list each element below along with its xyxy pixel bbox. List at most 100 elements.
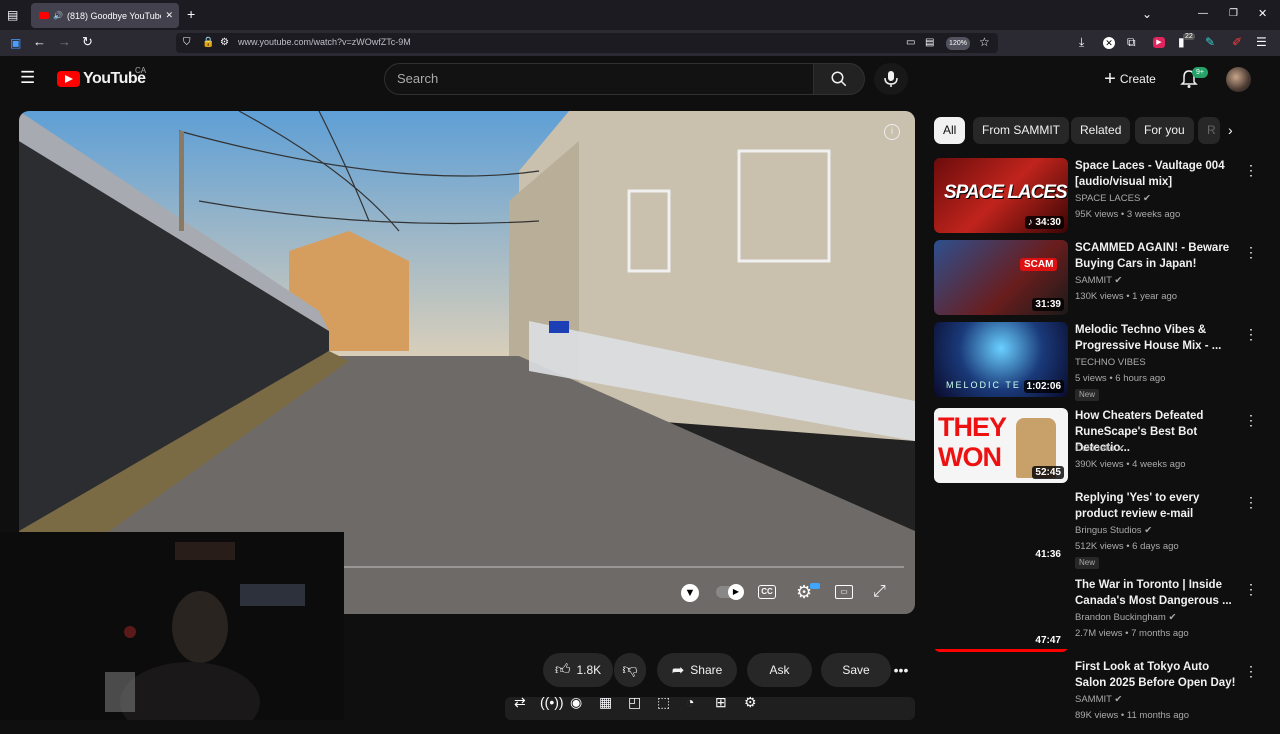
video-thumbnail[interactable]: SPACE LACES ♪ 34:30	[934, 158, 1068, 233]
list-item[interactable]: 47:47 The War in Toronto | Inside Canada…	[934, 577, 1258, 657]
dislike-button[interactable]: 👎︎	[614, 653, 646, 687]
loop-icon[interactable]: ⇄	[514, 695, 526, 709]
video-thumbnail[interactable]: MELODIC TE 1:02:06	[934, 322, 1068, 397]
tab-list-icon[interactable]: ▤	[7, 9, 18, 21]
close-tab-icon[interactable]: ✕	[165, 10, 179, 21]
fullscreen-icon[interactable]: ⤢	[873, 584, 886, 600]
forward-icon[interactable]: →	[58, 35, 71, 48]
channel-name[interactable]: SAMMIT ✔	[1075, 275, 1122, 286]
mini-player-icon[interactable]: ◰	[628, 695, 641, 709]
search-input[interactable]: Search	[384, 63, 814, 95]
video-title[interactable]: First Look at Tokyo Auto Salon 2025 Befo…	[1075, 659, 1240, 691]
theater-mode-icon[interactable]: ▭	[835, 585, 853, 599]
hamburger-menu-icon[interactable]: ☰	[20, 69, 35, 86]
extension-settings-icon[interactable]: ⚙	[744, 695, 757, 709]
search-button[interactable]	[813, 63, 865, 95]
browser-tab[interactable]: 🔊 (818) Goodbye YouTube fo ✕	[31, 3, 179, 28]
reload-icon[interactable]: ↻	[82, 35, 93, 48]
extensions-puzzle-icon[interactable]: ⧉	[1127, 36, 1136, 48]
youtube-logo[interactable]: YouTube	[57, 70, 146, 88]
channel-name[interactable]: Colonello ✔	[1075, 443, 1125, 454]
avatar[interactable]	[1226, 67, 1251, 92]
speed-gauge-icon[interactable]: ◔	[686, 695, 694, 709]
permissions-icon[interactable]: ⚙	[220, 37, 229, 49]
chip-all[interactable]: All	[934, 117, 966, 144]
extension-x-icon[interactable]: ✕	[1103, 37, 1115, 49]
speaker-icon[interactable]: 🔊	[53, 11, 63, 20]
list-item[interactable]: THEY WON 52:45 How Cheaters Defeated Run…	[934, 408, 1258, 488]
channel-name[interactable]: Brandon Buckingham ✔	[1075, 612, 1176, 623]
broadcast-icon[interactable]: ((•))	[540, 695, 564, 709]
thumbs-up-icon: 👍︎	[554, 661, 571, 678]
bookmark-star-icon[interactable]: ☆	[979, 36, 990, 48]
like-button[interactable]: 👍︎ 1.8K	[543, 653, 613, 687]
list-item[interactable]: 41:36 Replying 'Yes' to every product re…	[934, 490, 1258, 570]
captions-icon[interactable]: CC	[758, 585, 776, 599]
list-item[interactable]: First Look at Tokyo Auto Salon 2025 Befo…	[934, 659, 1258, 734]
info-icon[interactable]: i	[884, 124, 900, 140]
video-thumbnail[interactable]: THEY WON 52:45	[934, 408, 1068, 483]
chip-for-you[interactable]: For you	[1135, 117, 1194, 144]
video-title[interactable]: The War in Toronto | Inside Canada's Mos…	[1075, 577, 1240, 609]
list-item[interactable]: MELODIC TE 1:02:06 Melodic Techno Vibes …	[934, 322, 1258, 402]
extension-red-icon[interactable]: ✐	[1232, 36, 1242, 48]
list-item[interactable]: SCAM 31:39 SCAMMED AGAIN! - Beware Buyin…	[934, 240, 1258, 320]
reader-view-icon[interactable]: ▤	[925, 37, 934, 49]
extension-youtube-icon[interactable]: ▶	[1153, 37, 1165, 48]
autoplay-toggle[interactable]: ▶	[716, 584, 744, 600]
video-title[interactable]: SCAMMED AGAIN! - Beware Buying Cars in J…	[1075, 240, 1240, 272]
more-vert-icon[interactable]: ⋮	[1244, 663, 1258, 680]
video-title[interactable]: Replying 'Yes' to every product review e…	[1075, 490, 1240, 522]
voice-search-button[interactable]	[874, 63, 908, 95]
more-vert-icon[interactable]: ⋮	[1244, 494, 1258, 511]
channel-name[interactable]: SAMMIT ✔	[1075, 694, 1122, 705]
eye-icon[interactable]: ◉	[570, 695, 582, 709]
chip-from-sammit[interactable]: From SAMMIT	[973, 117, 1069, 144]
picture-in-picture-icon[interactable]: ▭	[906, 37, 915, 49]
video-title[interactable]: Melodic Techno Vibes & Progressive House…	[1075, 322, 1240, 354]
save-button[interactable]: Save	[821, 653, 891, 687]
more-vert-icon[interactable]: ⋮	[1244, 244, 1258, 261]
more-vert-icon[interactable]: ⋮	[1244, 581, 1258, 598]
crop-icon[interactable]: ⬚	[657, 695, 670, 709]
sidebar-icon[interactable]: ▣	[10, 37, 21, 49]
more-vert-icon[interactable]: ⋮	[1244, 162, 1258, 179]
shield-icon[interactable]: ⛉	[183, 37, 191, 49]
video-title[interactable]: Space Laces - Vaultage 004 [audio/visual…	[1075, 158, 1240, 190]
back-icon[interactable]: ←	[33, 35, 46, 48]
menu-icon[interactable]: ☰	[1256, 36, 1267, 48]
chip-next-partial[interactable]: R	[1198, 117, 1220, 144]
downloads-icon[interactable]: ⤓	[1079, 36, 1084, 48]
zoom-level[interactable]: 120%	[946, 37, 970, 50]
more-actions-button[interactable]: •••	[886, 653, 916, 687]
channel-name[interactable]: SPACE LACES ✔	[1075, 193, 1151, 204]
list-item[interactable]: SPACE LACES ♪ 34:30 Space Laces - Vaulta…	[934, 158, 1258, 238]
progress-bar[interactable]	[344, 566, 904, 568]
chevron-down-icon[interactable]: ⌄	[1142, 8, 1152, 20]
video-thumbnail[interactable]: SCAM 31:39	[934, 240, 1068, 315]
ask-button[interactable]: Ask	[747, 653, 812, 687]
video-thumbnail[interactable]	[934, 659, 1068, 734]
film-icon[interactable]: ▦	[599, 695, 612, 709]
share-button[interactable]: ➦ Share	[657, 653, 737, 687]
restore-icon[interactable]: ❐	[1229, 8, 1238, 20]
url-text[interactable]: www.youtube.com/watch?v=zWOwfZTc-9M	[238, 37, 411, 47]
chevron-right-icon[interactable]: ›	[1228, 123, 1233, 137]
sponsorblock-shield-icon[interactable]: ▼	[681, 584, 699, 602]
minimize-icon[interactable]: —	[1198, 8, 1208, 20]
close-window-icon[interactable]: ✕	[1258, 8, 1267, 20]
more-vert-icon[interactable]: ⋮	[1244, 412, 1258, 429]
new-tab-icon[interactable]: +	[187, 7, 195, 21]
lock-icon[interactable]: 🔒	[202, 37, 214, 49]
channel-name[interactable]: Bringus Studios ✔	[1075, 525, 1152, 536]
chip-related[interactable]: Related	[1071, 117, 1131, 144]
video-meta: 5 views • 6 hours ago	[1075, 373, 1166, 384]
extension-translate-icon[interactable]: ✎	[1205, 36, 1215, 48]
add-screenshot-icon[interactable]: ⊞	[715, 695, 727, 709]
more-vert-icon[interactable]: ⋮	[1244, 326, 1258, 343]
channel-name[interactable]: TECHNO VIBES	[1075, 357, 1146, 368]
page-scrollbar[interactable]	[1272, 60, 1278, 660]
create-button[interactable]: + Create	[1090, 63, 1170, 95]
video-thumbnail[interactable]: 47:47	[934, 577, 1068, 652]
video-thumbnail[interactable]: 41:36	[934, 490, 1068, 565]
